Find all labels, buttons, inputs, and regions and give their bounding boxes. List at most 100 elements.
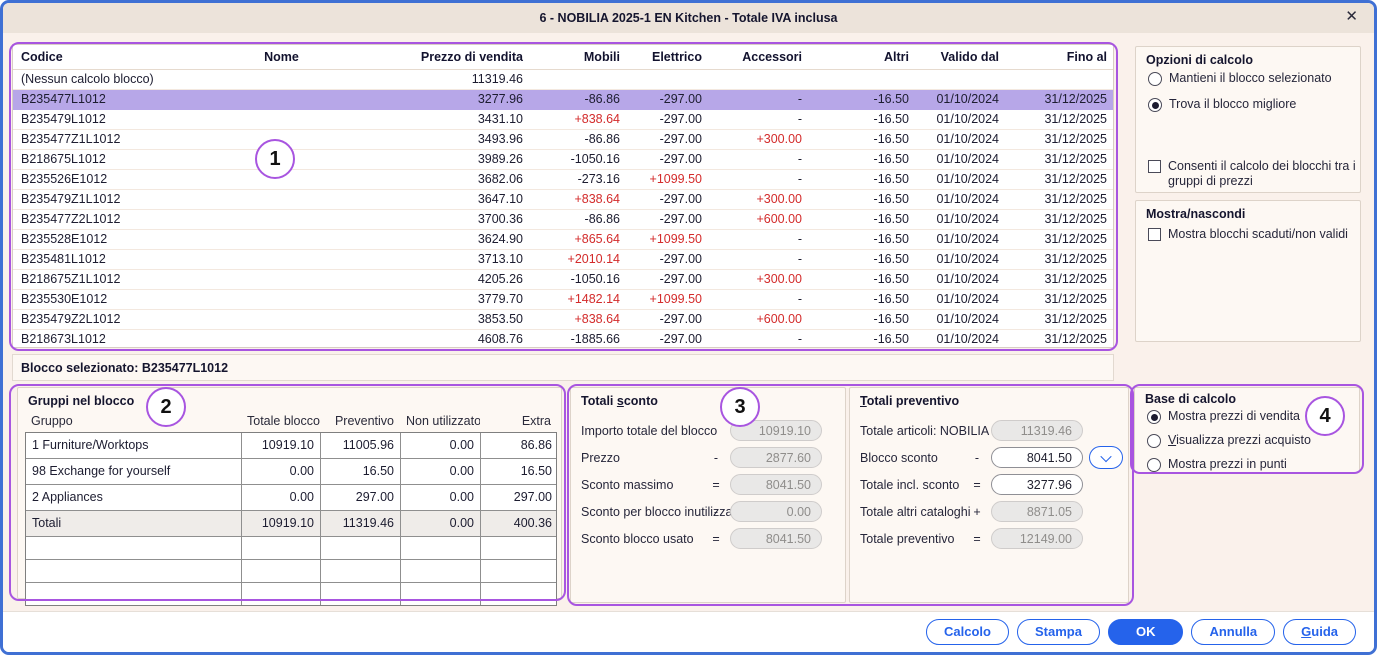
price-block-row[interactable]: B218675Z1L1012 4205.26 -1050.16 -297.00 +300… bbox=[13, 270, 1113, 290]
cell bbox=[26, 537, 242, 559]
cell bbox=[401, 537, 481, 559]
cell bbox=[628, 70, 710, 89]
cell: -86.86 bbox=[584, 92, 620, 106]
cell: 16.50 bbox=[321, 459, 401, 484]
button-ok[interactable]: OK bbox=[1107, 619, 1184, 645]
radio-option[interactable]: Mostra prezzi in punti bbox=[1147, 457, 1287, 472]
price-block-row[interactable]: B235479L1012 3431.10 +838.64 -297.00 - -16.50… bbox=[13, 110, 1113, 130]
price-block-row[interactable]: B235479Z2L1012 3853.50 +838.64 -297.00 +600.… bbox=[13, 310, 1113, 330]
cell: -16.50 bbox=[873, 232, 909, 246]
price-block-row[interactable]: B218673L1012 4608.76 -1885.66 -297.00 - -16.5… bbox=[13, 330, 1113, 347]
radio-option[interactable]: Mostra prezzi di vendita bbox=[1147, 409, 1300, 424]
cell: 16.50 bbox=[520, 464, 552, 478]
price-block-row[interactable]: B235526E1012 3682.06 -273.16 +1099.50 - -16.5… bbox=[13, 170, 1113, 190]
button-calcolo[interactable]: Calcolo bbox=[926, 619, 1009, 645]
price-block-table-header: Codice Nome Prezzo di vendita Mobili Elettri… bbox=[13, 45, 1113, 70]
column-header-mobili[interactable]: Mobili bbox=[531, 45, 628, 69]
cell bbox=[917, 70, 1007, 89]
cell bbox=[239, 190, 324, 209]
radio-unchecked-icon[interactable] bbox=[1148, 72, 1162, 86]
cell: 01/10/2024 bbox=[936, 172, 999, 186]
cell: 3700.36 bbox=[477, 212, 523, 226]
cell: 31/12/2025 bbox=[1044, 212, 1107, 226]
price-block-row[interactable]: (Nessun calcolo blocco) 11319.46 bbox=[13, 70, 1113, 90]
quote-totals-rows: Totale articoli: NOBILIA 11319.46 Blocco s… bbox=[850, 418, 1128, 553]
cb-option[interactable]: Consenti il calcolo dei blocchi tra i gr… bbox=[1148, 159, 1360, 189]
cell: -273.16 bbox=[577, 172, 620, 186]
cell: 3682.06 bbox=[477, 172, 523, 186]
cell bbox=[239, 130, 324, 149]
cell: B235481L1012 bbox=[21, 252, 106, 266]
price-block-row[interactable]: B235528E1012 3624.90 +865.64 +1099.50 - -16.5… bbox=[13, 230, 1113, 250]
column-header-valido-dal[interactable]: Valido dal bbox=[917, 45, 1007, 69]
close-icon[interactable]: ✕ bbox=[1345, 9, 1358, 24]
radio-option[interactable]: Mantieni il blocco selezionato bbox=[1148, 71, 1332, 86]
price-block-row[interactable]: B235530E1012 3779.70 +1482.14 +1099.50 - -16.… bbox=[13, 290, 1113, 310]
quote-totals-section: Totali preventivo Totale articoli: NOBIL… bbox=[849, 387, 1129, 603]
total-label: Sconto massimo bbox=[581, 478, 674, 492]
cell: 01/10/2024 bbox=[936, 112, 999, 126]
value-field-sconto-blocco-usato: 8041.50 bbox=[730, 528, 822, 549]
cell bbox=[239, 230, 324, 249]
cell: 0.00 bbox=[401, 511, 481, 536]
cell: 31/12/2025 bbox=[1044, 292, 1107, 306]
cell: - bbox=[797, 232, 802, 246]
option-label: Consenti il calcolo dei blocchi tra i gr… bbox=[1168, 159, 1356, 188]
cell: +838.64 bbox=[574, 192, 620, 206]
dropdown-button[interactable] bbox=[1089, 446, 1123, 469]
cell: - bbox=[797, 92, 802, 106]
button-guida[interactable]: Guida bbox=[1283, 619, 1356, 645]
value-field-sconto-massimo: 8041.50 bbox=[730, 474, 822, 495]
cb-unchecked-icon[interactable] bbox=[1148, 228, 1161, 241]
column-header-nome[interactable]: Nome bbox=[239, 45, 324, 69]
groups-table: 1 Furniture/Worktops 10919.10 11005.96 0.00… bbox=[25, 432, 557, 606]
cell: 10919.10 bbox=[242, 511, 321, 536]
cell bbox=[242, 560, 321, 582]
price-block-row[interactable]: B235477Z2L1012 3700.36 -86.86 -297.00 +600.0… bbox=[13, 210, 1113, 230]
radio-unchecked-icon[interactable] bbox=[1147, 458, 1161, 472]
button-stampa[interactable]: Stampa bbox=[1017, 619, 1100, 645]
price-block-row[interactable]: B218675L1012 3989.26 -1050.16 -297.00 - -16.5… bbox=[13, 150, 1113, 170]
value-field-totale-incl-sconto[interactable]: 3277.96 bbox=[991, 474, 1083, 495]
column-header-fino-al[interactable]: Fino al bbox=[1007, 45, 1113, 69]
price-block-row[interactable]: B235477Z1L1012 3493.96 -86.86 -297.00 +300.0… bbox=[13, 130, 1113, 150]
column-header-elettrico[interactable]: Elettrico bbox=[628, 45, 710, 69]
cell: - bbox=[797, 172, 802, 186]
radio-checked-icon[interactable] bbox=[1148, 98, 1162, 112]
column-header-prezzo-di-vendita[interactable]: Prezzo di vendita bbox=[324, 45, 531, 69]
value-field-blocco-sconto[interactable]: 8041.50 bbox=[991, 447, 1083, 468]
operator: = bbox=[712, 478, 720, 492]
cb-option[interactable]: Mostra blocchi scaduti/non validi bbox=[1148, 227, 1348, 242]
price-block-row[interactable]: B235481L1012 3713.10 +2010.14 -297.00 - -16.5… bbox=[13, 250, 1113, 270]
cell: 11319.46 bbox=[321, 511, 401, 536]
cell: 01/10/2024 bbox=[936, 272, 999, 286]
radio-checked-icon[interactable] bbox=[1147, 410, 1161, 424]
cell bbox=[239, 330, 324, 347]
radio-unchecked-icon[interactable] bbox=[1147, 434, 1161, 448]
cell bbox=[242, 583, 321, 605]
option-label: Mostra blocchi scaduti/non validi bbox=[1168, 227, 1348, 241]
cell bbox=[239, 90, 324, 109]
cell: -16.50 bbox=[873, 112, 909, 126]
radio-option[interactable]: Trova il blocco migliore bbox=[1148, 97, 1296, 112]
cell: 3493.96 bbox=[477, 132, 523, 146]
radio-option[interactable]: Visualizza prezzi acquisto bbox=[1147, 433, 1311, 448]
show-hide-title: Mostra/nascondi bbox=[1146, 207, 1246, 221]
cell: 31/12/2025 bbox=[1044, 112, 1107, 126]
cell: 31/12/2025 bbox=[1044, 312, 1107, 326]
cell: 31/12/2025 bbox=[1044, 252, 1107, 266]
button-annulla[interactable]: Annulla bbox=[1191, 619, 1276, 645]
total-row: Sconto per blocco inutilizzato -0.00 bbox=[571, 499, 845, 526]
cell: -16.50 bbox=[873, 172, 909, 186]
cell: - bbox=[797, 332, 802, 346]
price-block-row[interactable]: B235477L1012 3277.96 -86.86 -297.00 - -16.50 0… bbox=[13, 90, 1113, 110]
cell: B235477L1012 bbox=[21, 92, 106, 106]
cell: 4205.26 bbox=[477, 272, 523, 286]
column-header-altri[interactable]: Altri bbox=[810, 45, 917, 69]
price-block-row[interactable]: B235479Z1L1012 3647.10 +838.64 -297.00 +300.… bbox=[13, 190, 1113, 210]
column-header-codice[interactable]: Codice bbox=[13, 45, 239, 69]
cell: -16.50 bbox=[873, 252, 909, 266]
column-header-accessori[interactable]: Accessori bbox=[710, 45, 810, 69]
cb-unchecked-icon[interactable] bbox=[1148, 160, 1161, 173]
option-label: Mostra prezzi di vendita bbox=[1168, 409, 1301, 423]
